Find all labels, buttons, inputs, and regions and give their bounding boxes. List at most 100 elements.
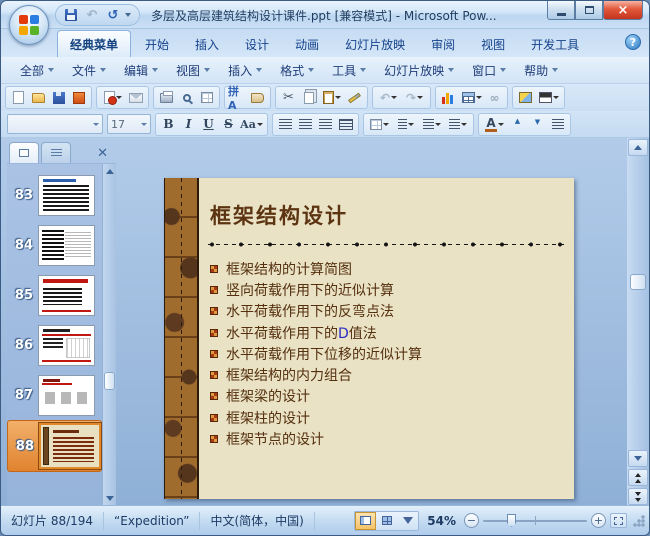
paste-button[interactable] [319, 88, 344, 107]
shrink-font-button[interactable]: ▼ [528, 115, 547, 134]
slide-thumbnail-86[interactable]: 86 [7, 320, 102, 370]
slideshow-button[interactable] [397, 512, 418, 530]
align-right-button[interactable] [316, 115, 335, 134]
slide-thumbnail-87[interactable]: 87 [7, 370, 102, 420]
align-left-button[interactable] [276, 115, 295, 134]
justify-button[interactable] [336, 115, 355, 134]
insert-chart-button[interactable] [439, 88, 458, 107]
permission-button[interactable] [100, 88, 125, 107]
ribbon-tab-5[interactable]: 幻灯片放映 [333, 31, 417, 57]
export-button[interactable] [69, 88, 88, 107]
scroll-up-button[interactable] [628, 139, 648, 156]
save-button[interactable] [62, 6, 80, 24]
tab-outline[interactable] [41, 142, 71, 163]
fill-color-button[interactable] [536, 88, 561, 107]
office-button[interactable] [9, 5, 49, 45]
ribbon-tab-6[interactable]: 审阅 [419, 31, 467, 57]
panel-scroll-thumb[interactable] [104, 372, 115, 390]
redo-toolbar-button[interactable]: ↷ [402, 88, 427, 107]
slide-thumbnail-85[interactable]: 85 [7, 270, 102, 320]
menu-item-1[interactable]: 文件 [63, 58, 115, 83]
previous-slide-button[interactable] [628, 469, 648, 486]
customize-qat-caret-icon[interactable] [125, 13, 131, 17]
italic-button[interactable]: I [179, 115, 198, 134]
thumbnail-preview[interactable] [38, 225, 95, 266]
font-name-combo[interactable] [7, 114, 103, 134]
save-toolbar-button[interactable] [49, 88, 68, 107]
line-spacing-button[interactable] [393, 115, 418, 134]
ribbon-tab-8[interactable]: 开发工具 [519, 31, 591, 57]
resize-grip[interactable] [633, 515, 645, 527]
slide-canvas[interactable]: 框架结构设计 框架结构的计算简图竖向荷载作用下的近似计算水平荷载作用下的反弯点法… [116, 138, 627, 506]
thumbnail-preview[interactable] [39, 423, 101, 469]
slide-bullet-list[interactable]: 框架结构的计算简图竖向荷载作用下的近似计算水平荷载作用下的反弯点法水平荷载作用下… [210, 258, 568, 450]
tab-slides[interactable] [9, 142, 39, 163]
menu-item-9[interactable]: 帮助 [515, 58, 567, 83]
slide-thumbnail-83[interactable]: 83 [7, 170, 102, 220]
new-document-button[interactable] [9, 88, 28, 107]
slide-sorter-button[interactable] [376, 512, 397, 530]
menu-item-0[interactable]: 全部 [11, 58, 63, 83]
print-button[interactable] [157, 88, 176, 107]
align-center-button[interactable] [296, 115, 315, 134]
menu-item-3[interactable]: 视图 [167, 58, 219, 83]
bold-button[interactable]: B [159, 115, 178, 134]
help-button[interactable]: ? [625, 34, 641, 50]
menu-item-4[interactable]: 插入 [219, 58, 271, 83]
thumbnail-preview[interactable] [38, 275, 95, 316]
vertical-scrollbar[interactable] [627, 138, 649, 506]
pinyin-check-button[interactable]: 拼A [228, 88, 247, 107]
scroll-up-button[interactable] [103, 164, 116, 179]
hyperlink-button[interactable]: ∞ [485, 88, 504, 107]
underline-button[interactable]: U [199, 115, 218, 134]
ribbon-tab-1[interactable]: 开始 [133, 31, 181, 57]
ribbon-tab-0[interactable]: 经典菜单 [57, 30, 131, 57]
slide-indicator[interactable]: 幻灯片 88/194 [1, 512, 104, 530]
panel-scroll-track[interactable] [103, 179, 116, 491]
ribbon-tab-4[interactable]: 动画 [283, 31, 331, 57]
scroll-down-button[interactable] [628, 450, 648, 467]
thumbnail-preview[interactable] [38, 325, 95, 366]
close-panel-button[interactable]: ✕ [93, 144, 112, 163]
print-preview-button[interactable] [177, 88, 196, 107]
font-size-combo[interactable]: 17 [107, 114, 151, 134]
menu-item-2[interactable]: 编辑 [115, 58, 167, 83]
scroll-thumb[interactable] [630, 274, 646, 290]
open-button[interactable] [29, 88, 48, 107]
menu-item-7[interactable]: 幻灯片放映 [375, 58, 463, 83]
strikethrough-button[interactable]: S [219, 115, 238, 134]
ribbon-tab-2[interactable]: 插入 [183, 31, 231, 57]
thumbnail-preview[interactable] [38, 175, 95, 216]
maximize-button[interactable] [575, 1, 603, 20]
scroll-down-button[interactable] [103, 491, 116, 506]
redo-button[interactable]: ↺ [104, 6, 122, 24]
language-indicator[interactable]: 中文(简体，中国) [200, 512, 314, 530]
panel-scrollbar[interactable] [102, 164, 116, 506]
thumbnail-preview[interactable] [38, 375, 95, 416]
copy-button[interactable] [299, 88, 318, 107]
minimize-button[interactable] [547, 1, 575, 20]
menu-item-5[interactable]: 格式 [271, 58, 323, 83]
close-button[interactable]: × [603, 1, 643, 20]
zoom-out-button[interactable]: − [464, 513, 479, 528]
font-color-button[interactable]: A [482, 115, 507, 134]
next-slide-button[interactable] [628, 488, 648, 505]
zoom-in-button[interactable]: + [591, 513, 606, 528]
menu-item-6[interactable]: 工具 [323, 58, 375, 83]
zoom-slider[interactable] [483, 513, 587, 528]
fit-to-window-button[interactable] [610, 513, 627, 528]
indent-button[interactable] [548, 115, 567, 134]
undo-button[interactable]: ↶ [83, 6, 101, 24]
insert-table-button[interactable] [459, 88, 484, 107]
slide-thumbnail-84[interactable]: 84 [7, 220, 102, 270]
bullets-button[interactable] [445, 115, 470, 134]
ribbon-tab-3[interactable]: 设计 [233, 31, 281, 57]
undo-toolbar-button[interactable]: ↶ [376, 88, 401, 107]
slide-thumbnail-88[interactable]: 88 [7, 420, 102, 472]
grow-font-button[interactable]: ▲ [508, 115, 527, 134]
slide-title[interactable]: 框架结构设计 [210, 200, 348, 230]
theme-name[interactable]: “Expedition” [104, 512, 200, 530]
borders-button[interactable] [197, 88, 216, 107]
numbering-button[interactable] [419, 115, 444, 134]
zoom-thumb[interactable] [507, 514, 516, 527]
